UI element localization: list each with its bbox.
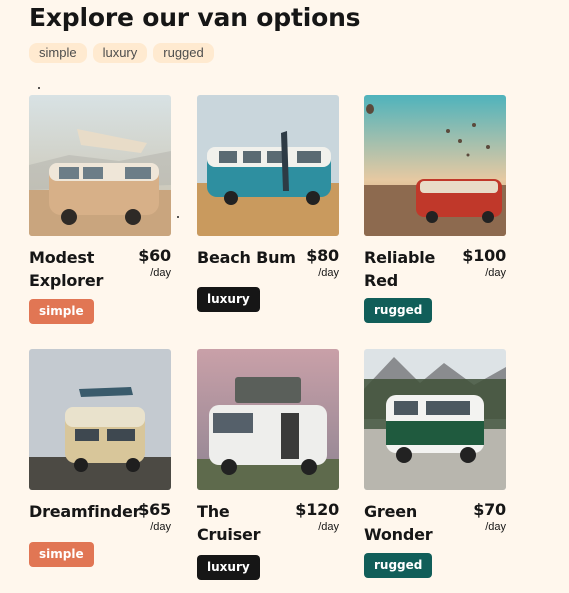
van-price: $100 bbox=[462, 246, 506, 265]
filter-luxury[interactable]: luxury bbox=[92, 43, 148, 63]
price-unit: /day bbox=[318, 521, 339, 533]
cream-van-image bbox=[29, 349, 171, 490]
filter-simple[interactable]: simple bbox=[29, 43, 87, 63]
filter-rugged[interactable]: rugged bbox=[153, 43, 214, 63]
price-unit: /day bbox=[150, 521, 171, 533]
type-badge: simple bbox=[29, 542, 94, 567]
teal-van-image bbox=[197, 95, 339, 236]
red-van-image bbox=[364, 95, 506, 236]
green-van-image bbox=[364, 349, 506, 490]
price-unit: /day bbox=[150, 267, 171, 279]
van-photo[interactable] bbox=[364, 349, 506, 490]
van-price: $60 bbox=[138, 246, 171, 265]
van-name: The Cruiser bbox=[197, 502, 261, 544]
van-price: $80 bbox=[306, 246, 339, 265]
stray-dot bbox=[38, 87, 40, 89]
van-price: $120 bbox=[295, 500, 339, 519]
van-card-dreamfinder[interactable]: Dreamfinder $65 /day simple bbox=[29, 349, 171, 567]
tan-van-image bbox=[29, 95, 171, 236]
van-photo[interactable] bbox=[197, 95, 339, 236]
price-unit: /day bbox=[318, 267, 339, 279]
type-badge: rugged bbox=[364, 553, 433, 578]
price-unit: /day bbox=[485, 521, 506, 533]
van-photo[interactable] bbox=[197, 349, 339, 490]
van-card-the-cruiser[interactable]: The Cruiser $120 /day luxury bbox=[197, 349, 339, 580]
type-badge: simple bbox=[29, 299, 94, 324]
van-name: Green Wonder bbox=[364, 502, 433, 544]
type-badge: luxury bbox=[197, 287, 260, 312]
van-card-modest-explorer[interactable]: Modest Explorer $60 /day simple bbox=[29, 95, 171, 324]
page-title: Explore our van options bbox=[29, 3, 361, 32]
van-name: Dreamfinder bbox=[29, 502, 141, 521]
white-van-image bbox=[197, 349, 339, 490]
price-unit: /day bbox=[485, 267, 506, 279]
type-badge: luxury bbox=[197, 555, 260, 580]
van-name: Modest Explorer bbox=[29, 248, 104, 290]
stray-dot bbox=[177, 216, 179, 218]
type-badge: rugged bbox=[364, 298, 433, 323]
van-price: $70 bbox=[473, 500, 506, 519]
filter-bar: simple luxury rugged bbox=[29, 43, 214, 63]
van-price: $65 bbox=[138, 500, 171, 519]
van-card-reliable-red[interactable]: Reliable Red $100 /day rugged bbox=[364, 95, 506, 323]
van-name: Reliable Red bbox=[364, 248, 436, 290]
van-card-green-wonder[interactable]: Green Wonder $70 /day rugged bbox=[364, 349, 506, 578]
van-photo[interactable] bbox=[29, 95, 171, 236]
van-card-beach-bum[interactable]: Beach Bum $80 /day luxury bbox=[197, 95, 339, 312]
van-photo[interactable] bbox=[29, 349, 171, 490]
van-name: Beach Bum bbox=[197, 248, 296, 267]
van-photo[interactable] bbox=[364, 95, 506, 236]
